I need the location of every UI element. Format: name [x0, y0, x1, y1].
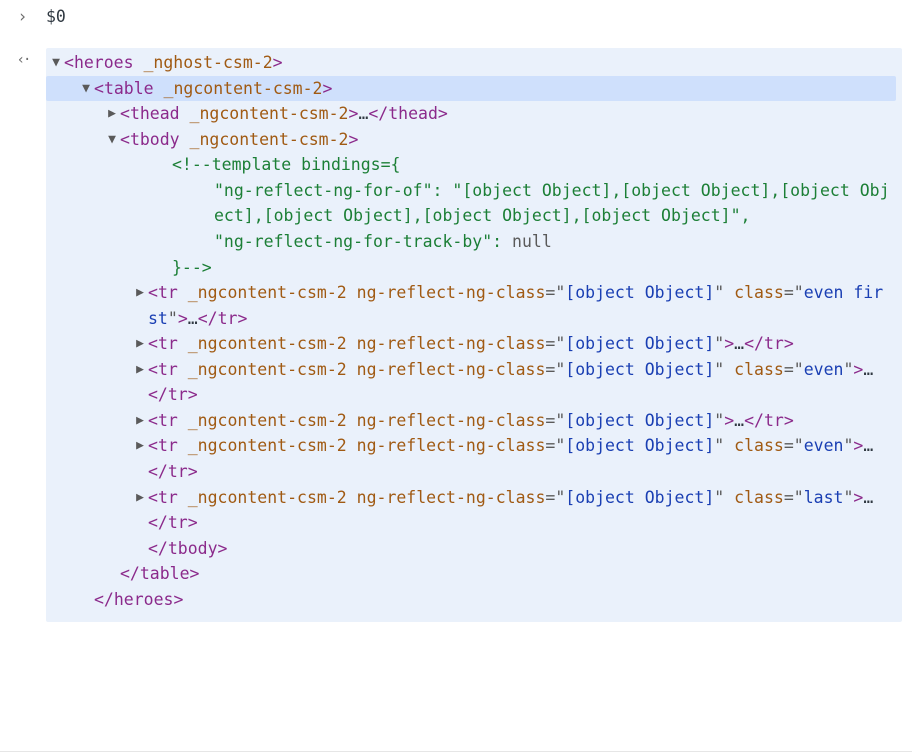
- expand-arrow-icon[interactable]: ▶: [132, 357, 148, 380]
- node-tr[interactable]: ▶<tr _ngcontent-csm-2 ng-reflect-ng-clas…: [48, 280, 890, 331]
- console-output-text: $0: [46, 4, 66, 30]
- node-heroes-close[interactable]: • </heroes>: [48, 587, 890, 613]
- node-tbody-close[interactable]: • </tbody>: [48, 536, 890, 562]
- node-tr[interactable]: ▶<tr _ngcontent-csm-2 ng-reflect-ng-clas…: [48, 331, 890, 357]
- back-gutter: ‹·: [0, 48, 46, 622]
- console-prompt-gutter: ›: [0, 4, 46, 30]
- expand-arrow-icon[interactable]: ▶: [132, 331, 148, 354]
- expand-arrow-icon[interactable]: ▼: [48, 50, 64, 73]
- comment-node-body: • "ng-reflect-ng-for-of": "[object Objec…: [48, 178, 890, 229]
- node-heroes[interactable]: ▼ <heroes _nghost-csm-2>: [48, 50, 890, 76]
- console-prompt-icon: ›: [18, 4, 29, 30]
- node-thead[interactable]: ▶ <thead _ngcontent-csm-2>…</thead>: [48, 101, 890, 127]
- expand-arrow-icon[interactable]: ▶: [132, 280, 148, 303]
- node-tr[interactable]: ▶<tr _ngcontent-csm-2 ng-reflect-ng-clas…: [48, 433, 890, 484]
- node-tr[interactable]: ▶<tr _ngcontent-csm-2 ng-reflect-ng-clas…: [48, 485, 890, 536]
- expand-arrow-icon[interactable]: ▼: [78, 76, 94, 99]
- dom-tree[interactable]: ▼ <heroes _nghost-csm-2> ▼ <table _ngcon…: [46, 48, 902, 622]
- chevron-left-icon: ‹·: [17, 50, 30, 72]
- devtools-elements-panel: › $0 ‹· ▼ <heroes _nghost-csm-2> ▼: [0, 0, 912, 752]
- expand-arrow-icon[interactable]: ▶: [132, 485, 148, 508]
- node-tbody[interactable]: ▼ <tbody _ngcontent-csm-2>: [48, 127, 890, 153]
- comment-node-body: • "ng-reflect-ng-for-track-by": null: [48, 229, 890, 255]
- expand-arrow-icon[interactable]: ▶: [104, 101, 120, 124]
- node-table-close[interactable]: • </table>: [48, 561, 890, 587]
- expand-arrow-icon[interactable]: ▼: [104, 127, 120, 150]
- expand-arrow-icon[interactable]: ▶: [132, 408, 148, 431]
- node-tr[interactable]: ▶<tr _ngcontent-csm-2 ng-reflect-ng-clas…: [48, 408, 890, 434]
- node-tr[interactable]: ▶<tr _ngcontent-csm-2 ng-reflect-ng-clas…: [48, 357, 890, 408]
- console-output-row: › $0: [0, 0, 912, 34]
- comment-node-body: • }-->: [48, 255, 890, 281]
- comment-node[interactable]: • <!--template bindings={: [48, 152, 890, 178]
- expand-arrow-icon[interactable]: ▶: [132, 433, 148, 456]
- node-table-selected[interactable]: ▼ <table _ngcontent-csm-2>: [46, 76, 896, 102]
- dom-tree-block: ‹· ▼ <heroes _nghost-csm-2> ▼ <table _ng…: [0, 48, 912, 622]
